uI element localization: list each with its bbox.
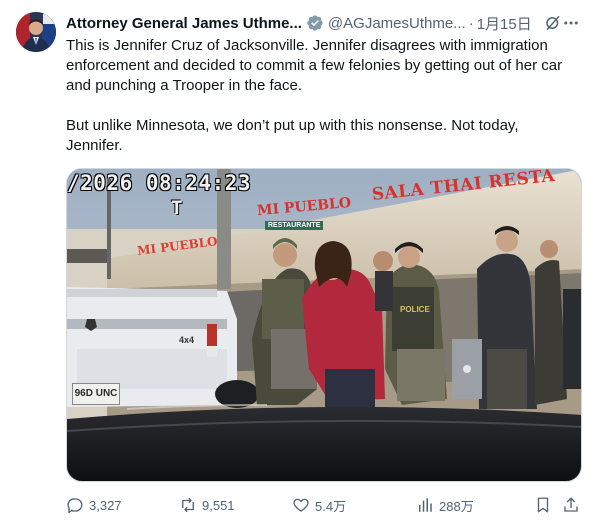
tweet: Attorney General James Uthme... @AGJames… xyxy=(0,0,594,522)
grok-icon[interactable] xyxy=(544,13,562,33)
reply-icon xyxy=(67,498,83,514)
repost-icon xyxy=(182,497,194,513)
tweet-header: Attorney General James Uthme... @AGJames… xyxy=(66,12,580,34)
tweet-paragraph: This is Jennifer Cruz of Jacksonville. J… xyxy=(66,37,563,94)
more-options-icon[interactable] xyxy=(562,13,580,33)
license-plate: 96D UNC xyxy=(72,383,120,405)
bookmark-icon xyxy=(537,497,549,513)
vest-label: POLICE xyxy=(400,305,430,314)
restaurant-sign: RESTAURANTE xyxy=(265,221,324,230)
tweet-media-video[interactable]: /2026 08:24:23 T SALA THAI RESTA MI PUEB… xyxy=(66,168,582,482)
avatar-image xyxy=(16,12,56,52)
reply-button[interactable]: 3,327 xyxy=(66,496,122,514)
tweet-paragraph: But unlike Minnesota, we don’t put up wi… xyxy=(66,117,519,154)
tweet-text: This is Jennifer Cruz of Jacksonville. J… xyxy=(66,36,576,156)
verified-badge-icon xyxy=(306,14,324,32)
analytics-icon xyxy=(419,498,432,512)
share-button[interactable] xyxy=(562,496,585,514)
like-count: 5.4万 xyxy=(315,498,347,514)
tweet-actions: 3,327 9,551 5.4万 288万 xyxy=(66,494,582,516)
author-display-name[interactable]: Attorney General James Uthme... xyxy=(66,15,302,32)
avatar[interactable] xyxy=(16,12,56,52)
media-scene xyxy=(67,169,581,481)
views-button[interactable]: 288万 xyxy=(416,496,474,515)
timestamp[interactable]: 1月15日 xyxy=(477,13,532,34)
repost-button[interactable]: 9,551 xyxy=(179,496,235,514)
video-timestamp-overlay: /2026 08:24:23 xyxy=(67,171,252,195)
author-handle[interactable]: @AGJamesUthme... xyxy=(328,15,466,32)
repost-count: 9,551 xyxy=(202,497,235,513)
separator-dot: · xyxy=(468,14,474,32)
share-icon xyxy=(564,497,578,512)
view-count: 288万 xyxy=(439,498,474,514)
video-overlay-letter: T xyxy=(171,197,183,219)
reply-count: 3,327 xyxy=(89,497,122,513)
truck-badge: 4x4 xyxy=(179,335,195,345)
like-button[interactable]: 5.4万 xyxy=(292,496,346,515)
heart-icon xyxy=(293,498,309,512)
bookmark-button[interactable] xyxy=(534,496,557,514)
